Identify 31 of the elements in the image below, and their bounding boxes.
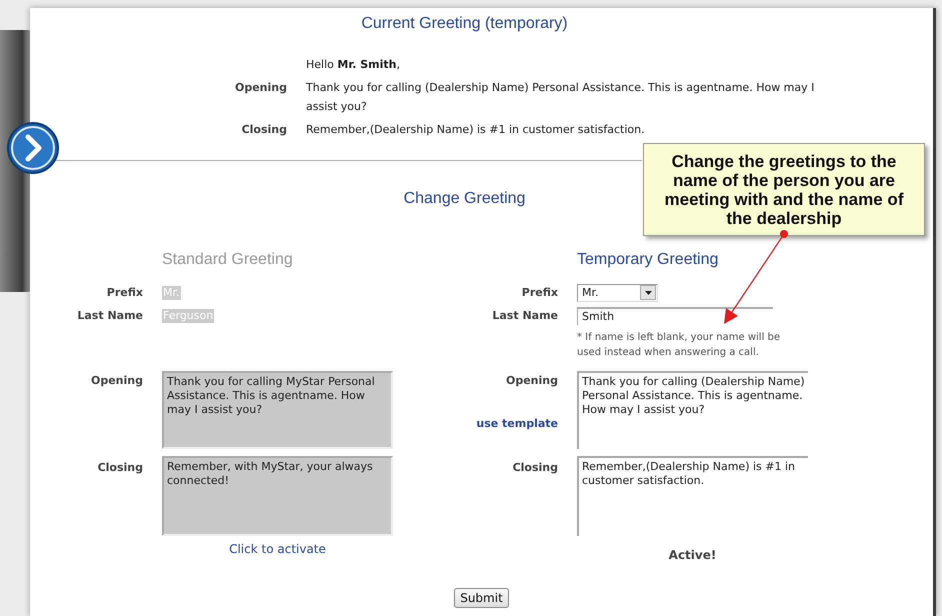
caret-icon [644,290,652,294]
field-label: Prefix [106,285,143,301]
field-label: Opening [91,374,143,387]
column-heading: Standard Greeting [162,250,294,270]
greeting-text-area[interactable]: Remember,(Dealership Name) is #1 in customer satisfaction. [577,456,808,536]
greeting-text: Remember,(Dealership Name) is #1 in customer satisfaction. [306,122,646,138]
status-label: Active! [668,548,716,562]
field-label: Last Name [77,308,143,324]
field-label: Opening [506,374,558,387]
prefix-dropdown[interactable]: Mr. [577,284,658,302]
greeting-text-area[interactable]: Remember, with MyStar, your always connected! [162,456,393,536]
greeting-text-area[interactable]: Thank you for calling (Dealership Name) Personal Assistance. This is agentname. How may I assist you? [577,371,808,449]
last-name-field[interactable]: Smith [577,306,773,324]
callout-note: Change the greetings to the name of the person you are meeting with and the name of the dealership [643,143,925,236]
greeting-text: Thank you for calling (Dealership Name) Personal Assistance. This is agentname. How may I assist you? [306,80,816,115]
greeting-text-area[interactable]: Thank you for calling MyStar Personal Assistance. This is agentname. How may I assist you? [162,371,393,449]
salutation-text: Hello Mr. Smith, [306,57,401,73]
section-title: Change Greeting [404,189,526,209]
activate-link[interactable]: Click to activate [229,542,326,556]
column-heading: Temporary Greeting [577,250,720,270]
field-label: Closing [512,460,558,476]
field-label: Prefix [522,285,558,301]
field-label: Closing [242,122,287,138]
submit-button[interactable]: Submit [454,588,509,608]
hint-text: * If name is left blank, your name will be used instead when answering a call. [577,332,780,358]
use-template-link[interactable]: use template [476,417,558,430]
field-label: Last Name [492,308,558,324]
section-title: Current Greeting (temporary) [361,14,568,34]
next-arrow-button[interactable] [6,121,60,175]
field-label: Opening [235,80,287,96]
field-label: Closing [98,460,143,476]
